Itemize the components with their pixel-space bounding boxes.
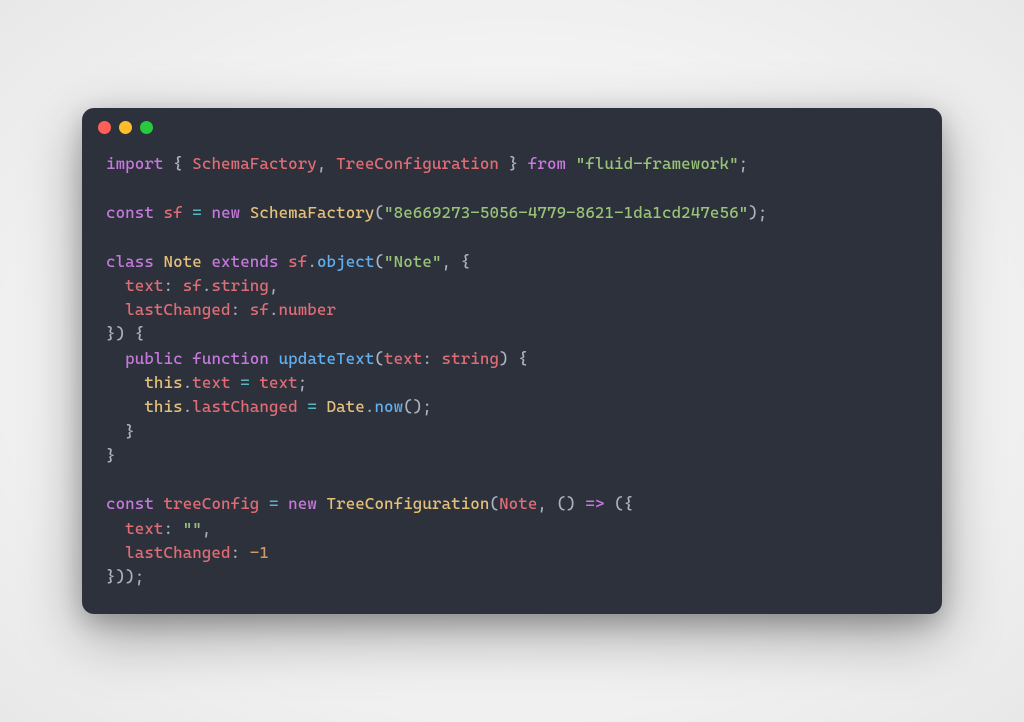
code-block: import { SchemaFactory, TreeConfiguratio… [82, 146, 942, 613]
object-ref: sf [183, 276, 202, 295]
property-key: lastChanged [125, 543, 230, 562]
keyword-extends: extends [211, 252, 278, 271]
variable: sf [164, 203, 183, 222]
code-window: import { SchemaFactory, TreeConfiguratio… [82, 108, 942, 613]
minimize-icon[interactable] [119, 121, 132, 134]
string-literal: "8e669273-5056-4779-8621-1da1cd247e56" [384, 203, 748, 222]
property-ref: text [192, 373, 230, 392]
this-keyword: this [144, 397, 182, 416]
operator: = [307, 397, 317, 416]
keyword-new: new [211, 203, 240, 222]
keyword-new: new [288, 494, 317, 513]
keyword-import: import [106, 154, 164, 173]
operator: = [192, 203, 202, 222]
string-literal: "fluid-framework" [576, 154, 739, 173]
operator: = [269, 494, 279, 513]
parameter: text [384, 349, 422, 368]
object-ref: sf [288, 252, 307, 271]
keyword-function: function [192, 349, 269, 368]
keyword-const: const [106, 203, 154, 222]
keyword-class: class [106, 252, 154, 271]
object-ref: sf [250, 300, 269, 319]
property-ref: lastChanged [192, 397, 297, 416]
type: string [442, 349, 500, 368]
import-name: SchemaFactory [192, 154, 317, 173]
import-name: TreeConfiguration [336, 154, 499, 173]
number-literal: -1 [250, 543, 269, 562]
method-call: now [374, 397, 403, 416]
keyword-public: public [125, 349, 183, 368]
variable: text [259, 373, 297, 392]
operator: = [240, 373, 250, 392]
window-titlebar [82, 108, 942, 146]
property-key: text [125, 276, 163, 295]
property-ref: string [211, 276, 269, 295]
keyword-from: from [528, 154, 566, 173]
class-name: Date [327, 397, 365, 416]
variable: treeConfig [164, 494, 260, 513]
close-icon[interactable] [98, 121, 111, 134]
keyword-const: const [106, 494, 154, 513]
this-keyword: this [144, 373, 182, 392]
maximize-icon[interactable] [140, 121, 153, 134]
property-key: text [125, 519, 163, 538]
string-literal: "Note" [384, 252, 442, 271]
function-name: updateText [279, 349, 375, 368]
property-ref: number [279, 300, 337, 319]
class-name: SchemaFactory [250, 203, 375, 222]
argument: Note [499, 494, 537, 513]
method-call: object [317, 252, 375, 271]
class-name: TreeConfiguration [327, 494, 490, 513]
arrow: => [585, 494, 604, 513]
class-name: Note [164, 252, 202, 271]
property-key: lastChanged [125, 300, 230, 319]
string-literal: "" [183, 519, 202, 538]
